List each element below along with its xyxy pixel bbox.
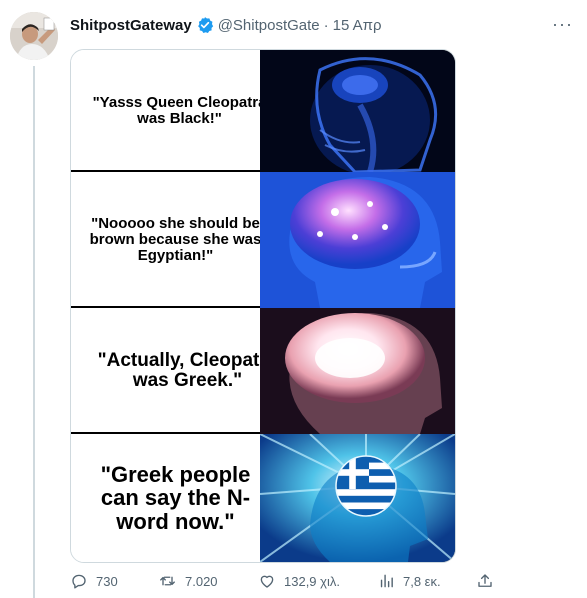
tweet-actions: 730 7.020 132,9 χιλ. 7,8 εκ. [70,572,510,596]
author-handle[interactable]: @ShitpostGate [218,17,320,34]
reply-button[interactable]: 730 [70,572,118,590]
heart-icon [260,575,274,588]
brain-small-image [260,50,455,172]
like-count: 132,9 χιλ. [284,573,340,589]
meme-panel-4-text: "Greek people can say the N-word now." [71,434,280,562]
reply-count: 730 [96,573,118,589]
meme-panel-1: "Yasss Queen Cleopatra was Black!" [71,50,455,173]
thread-line [33,66,35,598]
meme-panel-4: "Greek people can say the N-word now." [71,434,455,562]
tweet-date[interactable]: 15 Απρ [333,17,382,34]
author-avatar[interactable] [10,12,58,60]
meme-panel-1-text: "Yasss Queen Cleopatra was Black!" [71,50,288,172]
reply-icon [72,574,86,589]
tweet-header: ShitpostGateway @ShitpostGate · 15 Απρ [70,14,382,36]
share-icon [478,574,492,587]
brain-medium-image [260,172,455,308]
author-name[interactable]: ShitpostGateway [70,17,192,34]
tweet-media[interactable]: "Yasss Queen Cleopatra was Black!" "Nooo… [70,49,456,563]
avatar-image [10,12,58,60]
brain-glowing-image [260,308,455,434]
like-button[interactable]: 132,9 χιλ. [258,572,340,590]
meme-panel-2: "Nooooo she should be brown because she … [71,172,455,309]
verified-badge-icon [196,16,214,34]
retweet-icon [160,576,175,586]
share-button[interactable] [476,572,502,590]
meme-panel-2-text: "Nooooo she should be brown because she … [71,172,280,308]
brain-greek-flag-image [260,434,455,562]
more-options-button[interactable]: ··· [552,14,573,35]
retweet-button[interactable]: 7.020 [158,572,218,590]
views-count: 7,8 εκ. [403,573,441,589]
views-button[interactable]: 7,8 εκ. [378,572,441,590]
meme-panel-3: "Actually, Cleopatra was Greek." [71,308,455,435]
retweet-count: 7.020 [185,573,218,589]
views-chart-icon [380,574,393,588]
header-separator: · [323,16,329,34]
